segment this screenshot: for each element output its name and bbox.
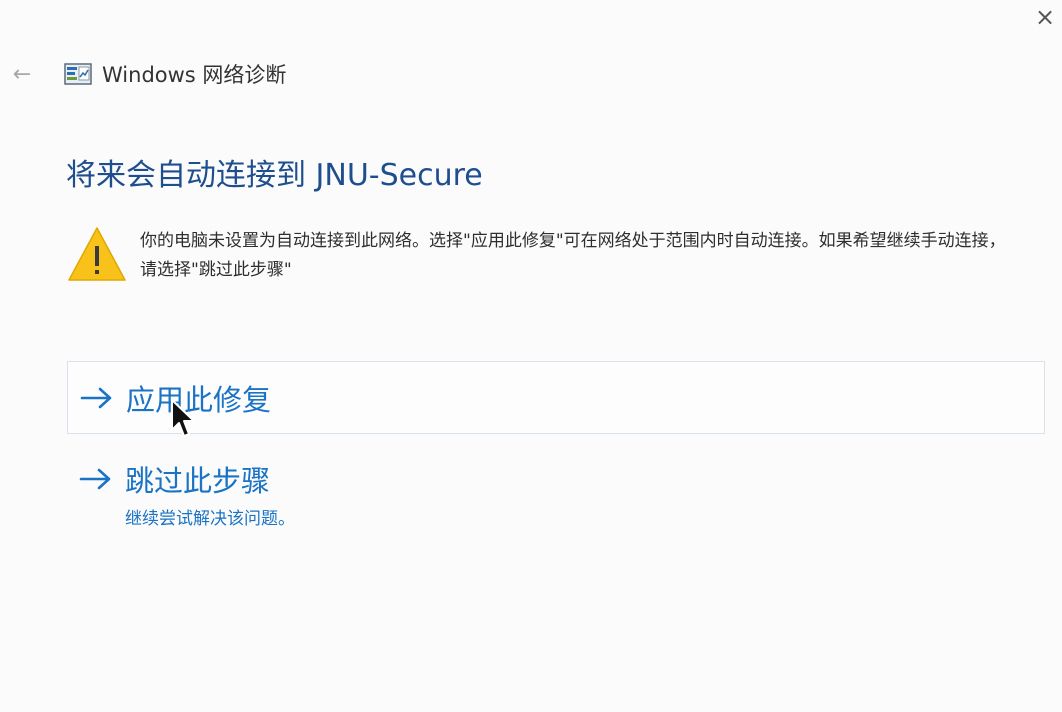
skip-step-label: 跳过此步骤 (125, 464, 271, 498)
arrow-right-icon (80, 387, 112, 408)
network-diagnostics-icon (64, 63, 92, 85)
warning-text: 你的电脑未设置为自动连接到此网络。选择"应用此修复"可在网络处于范围内时自动连接… (140, 231, 1006, 280)
skip-step-row: 跳过此步骤 (67, 454, 1045, 504)
page-title: 将来会自动连接到 JNU-Secure (66, 158, 483, 193)
skip-step-button[interactable]: 跳过此步骤 继续尝试解决该问题。 (67, 454, 1045, 540)
warning-message: 你的电脑未设置为自动连接到此网络。选择"应用此修复"可在网络处于范围内时自动连接… (66, 224, 1026, 286)
diagnostics-window: × ← Windows 网络诊断 将来会自动连接到 JNU-Secure 你的电… (0, 0, 1062, 712)
apply-fix-row: 应用此修复 (68, 373, 271, 423)
arrow-right-icon (79, 468, 111, 490)
title-bar: Windows 网络诊断 (64, 59, 286, 89)
apply-fix-label: 应用此修复 (126, 382, 272, 417)
warning-icon (68, 227, 126, 281)
close-button[interactable]: × (1030, 2, 1060, 32)
skip-step-description: 继续尝试解决该问题。 (125, 509, 295, 529)
window-title: Windows 网络诊断 (102, 63, 287, 87)
back-button[interactable]: ← (8, 60, 36, 88)
close-icon: × (1034, 3, 1056, 31)
back-arrow-icon: ← (12, 61, 32, 87)
apply-fix-button[interactable]: 应用此修复 (67, 361, 1045, 434)
